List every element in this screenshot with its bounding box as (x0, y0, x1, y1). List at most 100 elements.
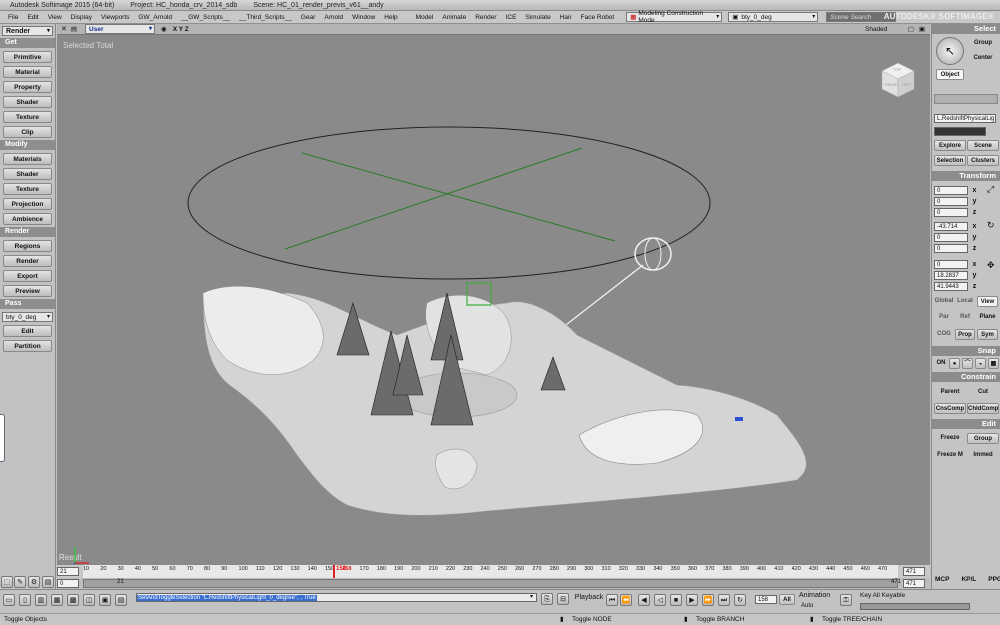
cnscomp-button[interactable]: CnsComp (934, 403, 966, 414)
pass-select[interactable]: bty_0_deg ▾ (2, 312, 53, 322)
pass-edit-button[interactable]: Edit (3, 325, 52, 337)
scroll-track[interactable] (934, 94, 998, 104)
menu-third-scripts[interactable]: __Third_Scripts__ (239, 14, 292, 21)
scale-y-axis[interactable]: y (970, 197, 979, 206)
view-button[interactable]: View (977, 296, 998, 307)
mode-dropdown[interactable]: ▦ Modeling Construction Mode ▾ (626, 10, 723, 24)
selection-filter-field[interactable] (934, 127, 986, 136)
timeline-start-field[interactable]: 21 (57, 567, 79, 576)
select-arrow-button[interactable]: ↖ (936, 37, 964, 65)
current-frame-field[interactable]: 158 (755, 595, 777, 604)
playback-button[interactable]: Playback (574, 592, 604, 604)
last-frame-icon[interactable]: ⏭ (718, 594, 730, 606)
auto-key-label[interactable]: Auto (801, 603, 813, 609)
object-button[interactable]: Object (936, 69, 964, 80)
selection-name-field[interactable]: L.RedshiftPhysicalLig (934, 114, 996, 123)
clusters-button[interactable]: Clusters (967, 155, 999, 166)
rotation-x-axis[interactable]: x (970, 222, 979, 231)
freeze-m-button[interactable]: Freeze M (934, 450, 966, 461)
snap-point-icon[interactable]: ● (949, 358, 960, 369)
range-bar[interactable] (83, 579, 898, 588)
export-button[interactable]: Export (3, 270, 52, 282)
position-z-axis[interactable]: z (970, 282, 979, 291)
menu-hair[interactable]: Hair (560, 14, 572, 21)
menu-arnold[interactable]: Arnold (324, 14, 343, 21)
menu-animate[interactable]: Animate (442, 14, 466, 21)
local-button[interactable]: Local (955, 296, 975, 307)
scale-x-field[interactable]: 0 (934, 186, 968, 195)
rotation-z-field[interactable]: 0 (934, 244, 968, 253)
tab-kpl[interactable]: KP/L (961, 576, 976, 589)
prev-frame-icon[interactable]: ◁ (654, 594, 666, 606)
gear-icon[interactable]: ⚙ (28, 576, 40, 588)
menu-ice[interactable]: ICE (506, 14, 517, 21)
menu-viewports[interactable]: Viewports (101, 14, 129, 21)
selection-button[interactable]: Selection (934, 155, 966, 166)
viewport-menu-icon[interactable]: ▤ (71, 25, 77, 33)
shader-button[interactable]: Shader (3, 96, 52, 108)
menu-face-robot[interactable]: Face Robot (581, 14, 615, 21)
next-key-icon[interactable]: ⏩ (702, 594, 714, 606)
clip-button[interactable]: Clip (3, 126, 52, 138)
scale-icon[interactable]: ⤢ (987, 184, 994, 195)
rotation-y-axis[interactable]: y (970, 233, 979, 242)
prop-button[interactable]: Prop (955, 329, 975, 340)
partition-button[interactable]: Partition (3, 340, 52, 352)
timeline-end-field[interactable]: 471 (903, 567, 925, 576)
edit-group-button[interactable]: Group (967, 433, 999, 444)
play-back-icon[interactable]: ◀ (638, 594, 650, 606)
menu-help[interactable]: Help (384, 14, 397, 21)
material-button[interactable]: Material (3, 66, 52, 78)
position-y-axis[interactable]: y (970, 271, 979, 280)
script-editor-icon[interactable]: ⎘ (541, 593, 553, 605)
rotation-x-field[interactable]: -43.714 (934, 222, 968, 231)
cog-button[interactable]: COG (934, 329, 954, 340)
script-log-field[interactable]: SetAndToggleSelection "L.RedshiftPhysica… (136, 593, 537, 602)
materials-button[interactable]: Materials (3, 153, 52, 165)
pass-dropdown[interactable]: ▣ bty_0_deg ▾ (728, 12, 819, 22)
viewport-maximize-icon[interactable]: ▢ (908, 25, 914, 33)
menu-file[interactable]: File (8, 14, 18, 21)
camera-dropdown[interactable]: User ▾ (85, 24, 156, 34)
layout-4-icon[interactable]: ▦ (51, 594, 63, 606)
position-z-field[interactable]: 41.9443 (934, 282, 968, 291)
texture-button[interactable]: Texture (3, 111, 52, 123)
rotation-y-field[interactable]: 0 (934, 233, 968, 242)
key-icon[interactable]: ⚿ (840, 594, 852, 606)
rotation-z-axis[interactable]: z (970, 244, 979, 253)
rotate-icon[interactable]: ↻ (987, 220, 995, 231)
immed-button[interactable]: Immed (967, 450, 999, 461)
snap-grid-icon[interactable]: ▦ (988, 358, 999, 369)
keying-bar[interactable] (860, 603, 970, 610)
modify-texture-button[interactable]: Texture (3, 183, 52, 195)
menu-display[interactable]: Display (71, 14, 92, 21)
keying-set-label[interactable]: Key All Keyable (860, 592, 905, 599)
eye-icon[interactable]: ◉ (161, 25, 167, 33)
ambience-button[interactable]: Ambience (3, 213, 52, 225)
group-button[interactable]: Group (968, 38, 998, 49)
projection-button[interactable]: Projection (3, 198, 52, 210)
menu-view[interactable]: View (48, 14, 62, 21)
playhead[interactable] (333, 565, 335, 579)
center-button[interactable]: Center (968, 53, 998, 64)
pen-icon[interactable]: ✎ (14, 576, 26, 588)
par-button[interactable]: Par (934, 312, 954, 323)
range-slider[interactable]: 0 21 471 471 (57, 578, 930, 589)
preview-button[interactable]: Preview (3, 285, 52, 297)
sym-button[interactable]: Sym (977, 329, 998, 340)
render-button[interactable]: Render (3, 255, 52, 267)
viewport-options-icon[interactable]: ▣ (919, 25, 925, 33)
play-all-button[interactable]: All (779, 594, 795, 605)
layout-1-icon[interactable]: ▭ (3, 594, 15, 606)
explore-button[interactable]: Explore (934, 140, 966, 151)
layout-5-icon[interactable]: ▩ (67, 594, 79, 606)
first-frame-icon[interactable]: ⏮ (606, 594, 618, 606)
scale-z-field[interactable]: 0 (934, 208, 968, 217)
stop-icon[interactable]: ■ (670, 594, 682, 606)
snap-surface-icon[interactable]: ◒ (975, 358, 986, 369)
scale-y-field[interactable]: 0 (934, 197, 968, 206)
layout-6-icon[interactable]: ◫ (83, 594, 95, 606)
menu-edit[interactable]: Edit (27, 14, 38, 21)
toolbar-mode-dropdown[interactable]: Render ▾ (2, 26, 53, 36)
regions-button[interactable]: Regions (3, 240, 52, 252)
